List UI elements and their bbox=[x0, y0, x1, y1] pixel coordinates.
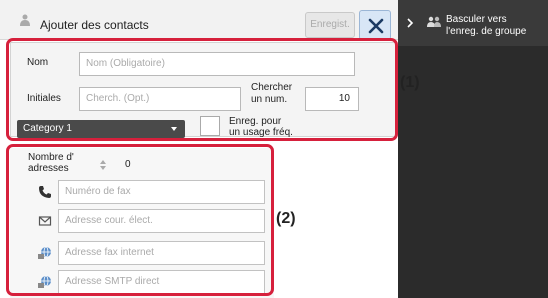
annotation-label-1: (1) bbox=[400, 74, 420, 91]
switch-to-group-label-2: l'enreg. de groupe bbox=[446, 26, 527, 37]
switch-to-group-label-1: Basculer vers bbox=[446, 14, 507, 25]
highlight-box-1 bbox=[6, 38, 398, 141]
switch-to-group-label: Basculer vers l'enreg. de groupe bbox=[446, 14, 546, 38]
close-button[interactable] bbox=[359, 10, 391, 40]
save-button[interactable]: Enregist. bbox=[305, 12, 355, 38]
page-title: Ajouter des contacts bbox=[40, 18, 149, 32]
group-icon bbox=[427, 16, 441, 27]
switch-to-group-button[interactable]: Basculer vers l'enreg. de groupe bbox=[398, 0, 548, 46]
chevron-right-icon bbox=[407, 18, 414, 28]
highlight-box-2 bbox=[6, 144, 274, 296]
annotation-label-2: (2) bbox=[276, 210, 296, 227]
person-icon bbox=[20, 14, 30, 26]
header-bar: Ajouter des contacts Enregist. bbox=[0, 0, 398, 40]
close-icon bbox=[368, 18, 384, 34]
